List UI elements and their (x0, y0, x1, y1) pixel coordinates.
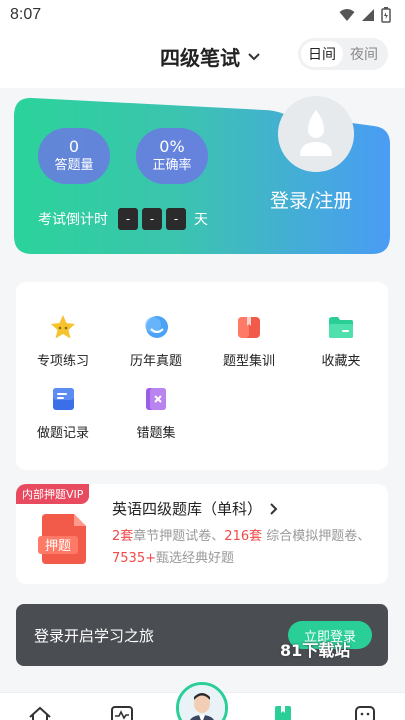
grid-item-favorites[interactable]: 收藏夹 (296, 312, 386, 372)
desc-text: 章节押题试卷、 (133, 529, 225, 544)
battery-icon (381, 7, 391, 23)
grid-item-past-papers[interactable]: 历年真题 (111, 312, 201, 372)
stat-answers-value: 0 (68, 137, 80, 156)
star-icon (51, 315, 75, 339)
desc-count-mock: 216套 (224, 529, 263, 544)
library-icon[interactable] (272, 705, 294, 720)
mode-day-button[interactable]: 日间 (301, 41, 343, 67)
grid-label: 错题集 (136, 426, 176, 441)
stats-icon[interactable] (110, 705, 134, 720)
wifi-icon (339, 9, 355, 21)
status-icons (339, 7, 391, 23)
wrong-book-icon (146, 388, 166, 410)
stat-accuracy: 0% 正确率 (136, 128, 208, 184)
hero-card: 0 答题量 0% 正确率 考试倒计时 - - - 天 登录/注册 (14, 96, 390, 256)
stat-accuracy-value: 0% (159, 137, 185, 156)
profile-icon[interactable] (354, 705, 376, 720)
status-time: 8:07 (10, 6, 42, 23)
login-register-link[interactable]: 登录/注册 (270, 186, 352, 213)
user-avatar[interactable] (278, 96, 354, 172)
grid-label: 专项练习 (36, 354, 89, 369)
desc-text: 甄选经典好题 (155, 551, 234, 566)
chevron-right-icon (270, 502, 278, 515)
function-grid: 专项练习 历年真题 题型集训 收藏夹 做题记录 错题集 (16, 282, 388, 470)
grid-item-question-types[interactable]: 题型集训 (204, 312, 294, 372)
desc-count-questions: 7535+ (112, 551, 156, 566)
grid-label: 做题记录 (36, 426, 89, 441)
teacher-avatar-icon (179, 685, 225, 720)
question-bank-card[interactable]: 内部押题VIP 押题 英语四级题库（单科） 2套章节押题试卷、216套 综合模拟… (16, 484, 388, 584)
center-teacher-avatar[interactable] (176, 682, 228, 720)
home-icon[interactable] (28, 705, 52, 720)
bank-cover-label: 押题 (45, 539, 71, 554)
grid-label: 题型集训 (222, 354, 275, 369)
exam-name: 四级笔试 (160, 46, 240, 70)
status-bar: 8:07 (0, 0, 405, 30)
bank-title: 英语四级题库（单科） (112, 498, 278, 519)
notes-icon (53, 388, 74, 410)
watermark: 81下载站 (280, 641, 351, 660)
countdown-label: 考试倒计时 (38, 212, 108, 228)
chevron-down-icon (248, 52, 260, 60)
bank-title-text: 英语四级题库（单科） (112, 500, 263, 518)
countdown-digit: - (166, 208, 186, 230)
desc-count-chapters: 2套 (112, 529, 134, 544)
vip-tag: 内部押题VIP (16, 484, 90, 504)
countdown-digit: - (118, 208, 138, 230)
stat-accuracy-label: 正确率 (152, 158, 192, 173)
countdown-digit: - (142, 208, 162, 230)
smile-icon (145, 316, 168, 338)
mode-night-button[interactable]: 夜间 (343, 41, 385, 67)
grid-item-practice-history[interactable]: 做题记录 (18, 384, 108, 444)
stat-answers: 0 答题量 (38, 128, 110, 184)
desc-text: 综合模拟押题卷、 (262, 529, 371, 544)
day-night-toggle[interactable]: 日间 夜间 (298, 38, 388, 70)
grid-item-special-practice[interactable]: 专项练习 (18, 312, 108, 372)
signal-icon (362, 9, 374, 21)
grid-label: 收藏夹 (321, 354, 361, 369)
grid-label: 历年真题 (129, 354, 182, 369)
header: 四级笔试 日间 夜间 (0, 30, 405, 88)
bank-cover-icon: 押题 (38, 514, 86, 564)
stat-answers-label: 答题量 (54, 158, 94, 173)
default-avatar-icon (278, 96, 354, 172)
grid-item-wrong-questions[interactable]: 错题集 (111, 384, 201, 444)
bank-description: 2套章节押题试卷、216套 综合模拟押题卷、 7535+甄选经典好题 (112, 526, 378, 570)
login-banner-text: 登录开启学习之旅 (34, 627, 155, 645)
bookmark-icon (238, 317, 260, 338)
exam-countdown: 考试倒计时 - - - 天 (38, 208, 208, 230)
exam-selector[interactable]: 四级笔试 (160, 42, 260, 71)
countdown-unit: 天 (194, 212, 208, 228)
folder-icon (329, 317, 353, 338)
